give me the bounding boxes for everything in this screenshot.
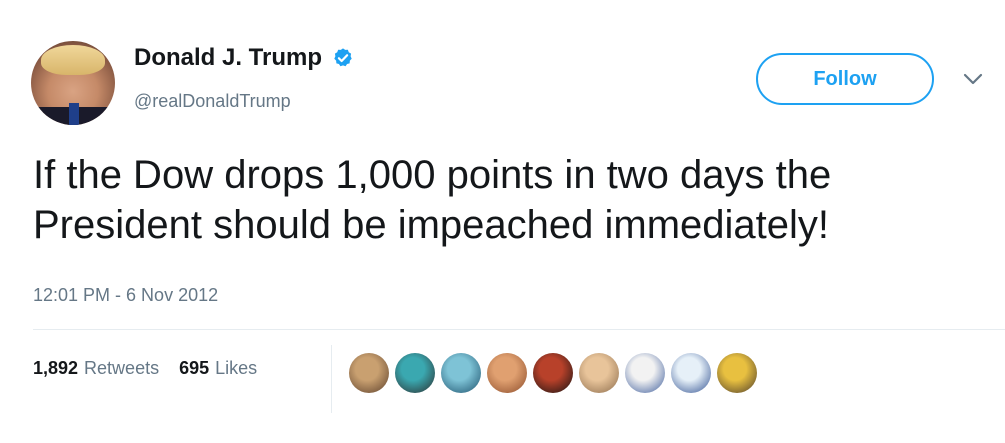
tweet-text: If the Dow drops 1,000 points in two day… [33, 153, 832, 247]
liker-avatar-9[interactable] [717, 353, 757, 393]
liker-avatar-6[interactable] [579, 353, 619, 393]
liker-avatar-3[interactable] [441, 353, 481, 393]
verified-badge-icon [334, 48, 352, 67]
stats-separator [331, 345, 332, 413]
divider [33, 329, 1005, 330]
retweets-count: 1,892 [33, 358, 79, 378]
likes-count: 695 [179, 358, 210, 378]
author-handle[interactable]: @realDonaldTrump [134, 91, 291, 112]
retweets-label: Retweets [84, 358, 160, 378]
avatar-tie [69, 103, 79, 125]
author-name[interactable]: Donald J. Trump [134, 44, 322, 72]
follow-button[interactable]: Follow [756, 53, 934, 105]
likes-label: Likes [215, 358, 258, 378]
liker-avatar-5[interactable] [533, 353, 573, 393]
liker-avatar-7[interactable] [625, 353, 665, 393]
liker-avatars [349, 353, 763, 393]
avatar-hair [41, 45, 105, 75]
liker-avatar-1[interactable] [349, 353, 389, 393]
author-avatar[interactable] [31, 41, 115, 125]
chevron-down-icon[interactable] [963, 73, 983, 85]
liker-avatar-2[interactable] [395, 353, 435, 393]
tweet-stats: 1,892 Retweets 695 Likes [33, 358, 257, 379]
author-name-row: Donald J. Trump [134, 44, 354, 72]
tweet-timestamp[interactable]: 12:01 PM - 6 Nov 2012 [33, 285, 218, 306]
likes-stat[interactable]: 695 Likes [179, 358, 257, 379]
liker-avatar-4[interactable] [487, 353, 527, 393]
retweets-stat[interactable]: 1,892 Retweets [33, 358, 159, 379]
liker-avatar-8[interactable] [671, 353, 711, 393]
